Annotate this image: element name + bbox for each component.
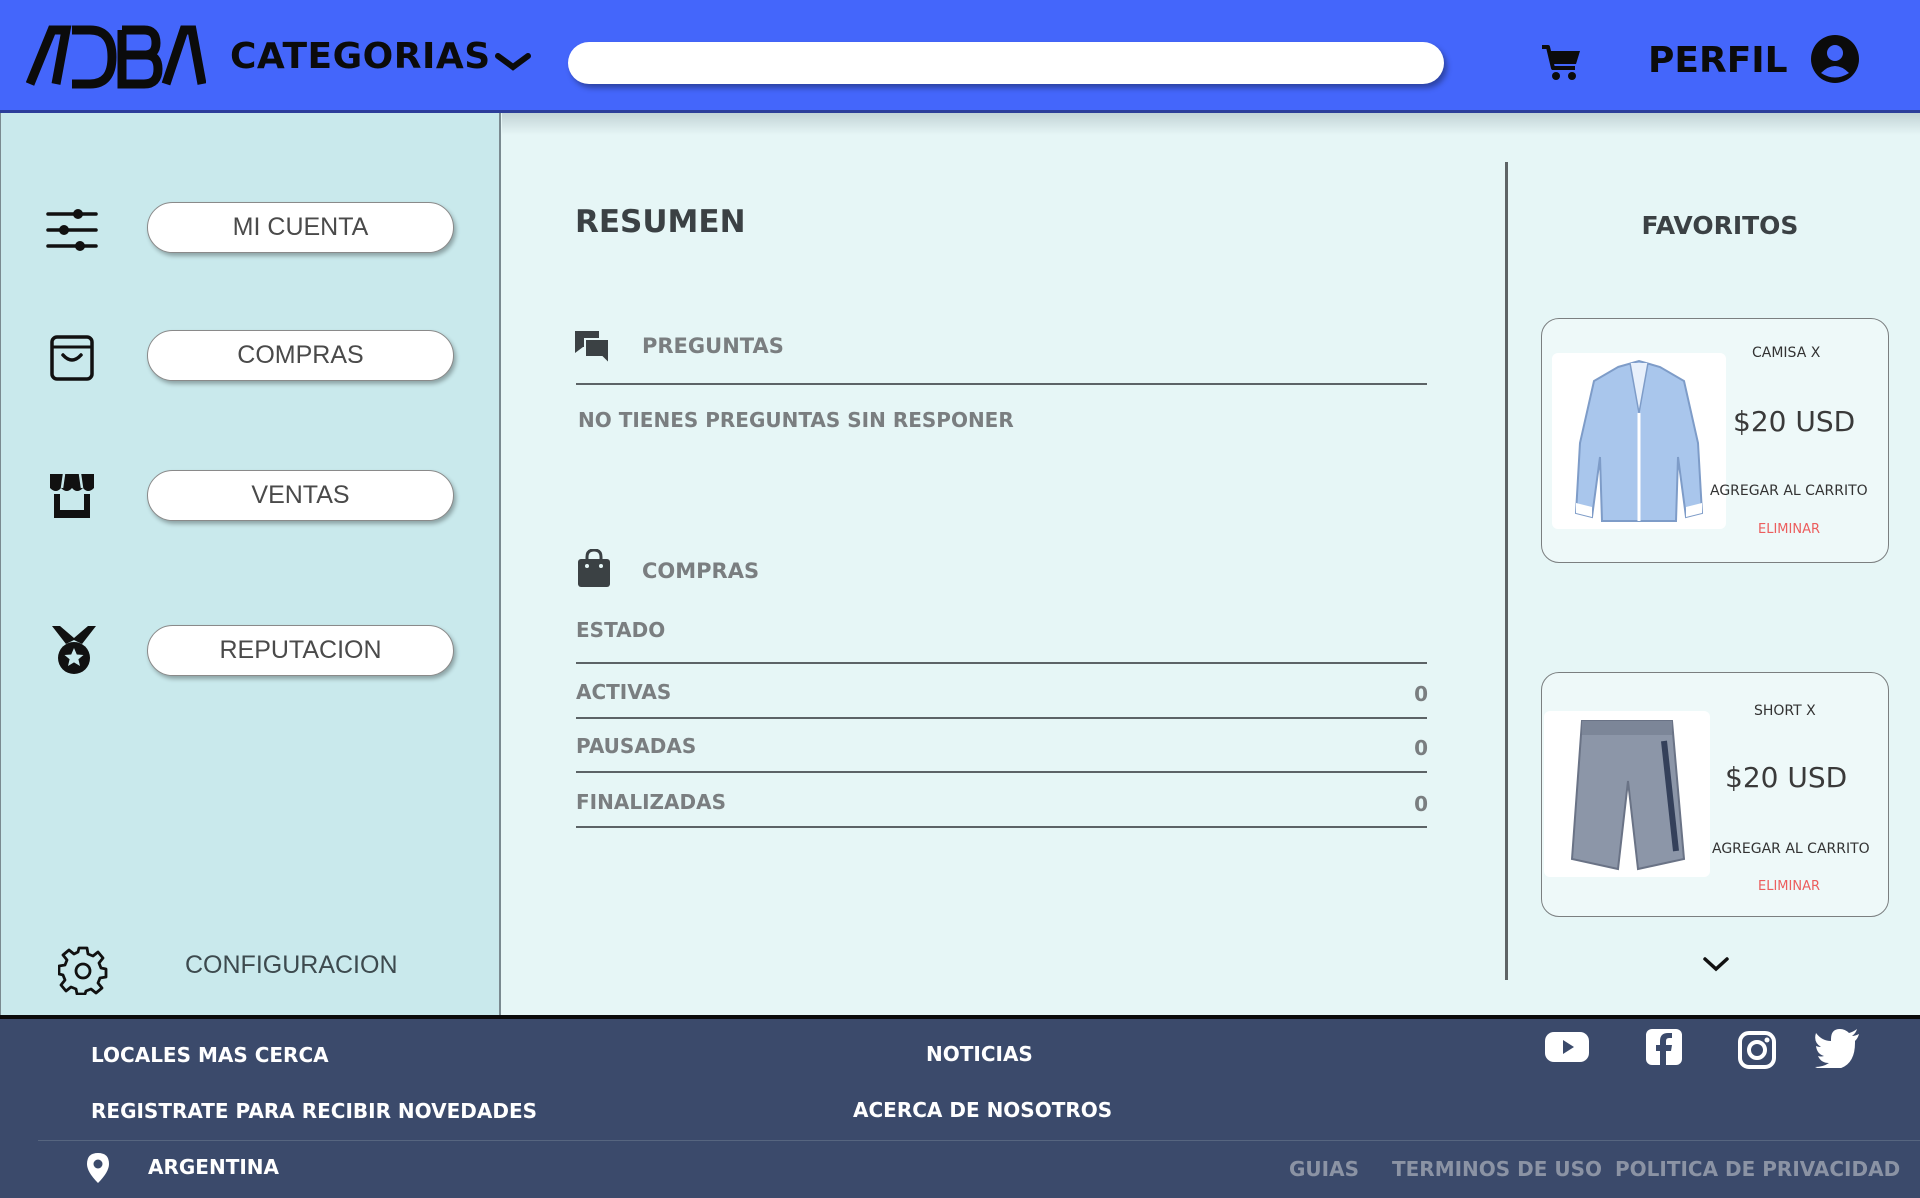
shopping-bag-icon — [50, 335, 94, 381]
remove-button[interactable]: ELIMINAR — [1758, 879, 1820, 894]
top-bar: CATEGORIAS PERFIL — [0, 0, 1920, 113]
footer-link-privacidad[interactable]: POLITICA DE PRIVACIDAD — [1615, 1157, 1900, 1181]
divider — [576, 771, 1427, 773]
youtube-icon[interactable] — [1544, 1027, 1590, 1067]
favorite-card: SHORT X $20 USD AGREGAR AL CARRITO ELIMI… — [1541, 672, 1889, 917]
compras-title: COMPRAS — [642, 559, 760, 583]
divider — [576, 717, 1427, 719]
chevron-down-icon[interactable] — [1702, 955, 1730, 973]
preguntas-empty-text: NO TIENES PREGUNTAS SIN RESPONER — [578, 408, 1014, 432]
product-image[interactable] — [1544, 711, 1710, 877]
config-link[interactable]: CONFIGURACION — [185, 951, 398, 980]
cart-icon[interactable] — [1540, 44, 1582, 82]
product-price: $20 USD — [1725, 761, 1848, 794]
estado-row-label: FINALIZADAS — [576, 790, 726, 814]
categories-dropdown[interactable]: CATEGORIAS — [230, 36, 491, 77]
facebook-icon[interactable] — [1644, 1027, 1684, 1067]
country-selector[interactable]: ARGENTINA — [148, 1155, 279, 1179]
add-to-cart-button[interactable]: AGREGAR AL CARRITO — [1710, 483, 1868, 499]
medal-icon — [52, 626, 96, 674]
estado-row-value: 0 — [1414, 682, 1428, 706]
store-icon — [50, 473, 94, 518]
divider — [576, 662, 1427, 664]
user-avatar-icon[interactable] — [1810, 34, 1860, 84]
footer-link-locales[interactable]: LOCALES MAS CERCA — [91, 1043, 329, 1067]
chevron-down-icon[interactable] — [494, 50, 532, 74]
product-price: $20 USD — [1733, 405, 1856, 438]
footer-link-guias[interactable]: GUIAS — [1289, 1157, 1359, 1181]
shopping-bag-icon — [578, 549, 610, 587]
sidebar-item-reputacion[interactable]: REPUTACION — [147, 625, 454, 676]
sidebar-item-ventas[interactable]: VENTAS — [147, 470, 454, 521]
add-to-cart-button[interactable]: AGREGAR AL CARRITO — [1712, 841, 1870, 857]
main-top-shadow — [502, 113, 1920, 135]
estado-row-value: 0 — [1414, 736, 1428, 760]
footer-link-noticias[interactable]: NOTICIAS — [926, 1042, 1033, 1066]
location-pin-icon — [87, 1153, 109, 1183]
estado-row-label: ACTIVAS — [576, 680, 672, 704]
favorite-card: CAMISA X $20 USD AGREGAR AL CARRITO ELIM… — [1541, 318, 1889, 563]
product-name: SHORT X — [1754, 703, 1816, 719]
sidebar-item-compras[interactable]: COMPRAS — [147, 330, 454, 381]
estado-row-value: 0 — [1414, 792, 1428, 816]
footer-link-registrate[interactable]: REGISTRATE PARA RECIBIR NOVEDADES — [91, 1099, 537, 1123]
divider — [576, 826, 1427, 828]
profile-link[interactable]: PERFIL — [1648, 40, 1788, 81]
footer-link-terminos[interactable]: TERMINOS DE USO — [1392, 1157, 1602, 1181]
instagram-icon[interactable] — [1737, 1030, 1777, 1070]
shirt-image — [1574, 359, 1704, 522]
vertical-divider — [1505, 162, 1508, 980]
product-image[interactable] — [1552, 353, 1726, 529]
search-input[interactable] — [568, 42, 1444, 84]
remove-button[interactable]: ELIMINAR — [1758, 522, 1820, 537]
footer-divider — [38, 1140, 1920, 1141]
divider — [576, 383, 1427, 385]
estado-row-label: PAUSADAS — [576, 734, 697, 758]
product-name: CAMISA X — [1752, 345, 1821, 361]
gear-icon[interactable] — [58, 945, 108, 995]
shorts-image — [1570, 720, 1686, 871]
footer-link-acerca[interactable]: ACERCA DE NOSOTROS — [853, 1098, 1112, 1122]
twitter-icon[interactable] — [1815, 1028, 1861, 1068]
sliders-icon — [46, 209, 98, 251]
logo[interactable] — [26, 22, 206, 90]
sidebar-item-mi-cuenta[interactable]: MI CUENTA — [147, 202, 454, 253]
favorites-title: FAVORITOS — [1641, 211, 1799, 240]
chat-bubbles-icon — [575, 331, 610, 365]
estado-label: ESTADO — [576, 618, 666, 642]
page-title: RESUMEN — [575, 204, 746, 240]
preguntas-title: PREGUNTAS — [642, 334, 784, 358]
